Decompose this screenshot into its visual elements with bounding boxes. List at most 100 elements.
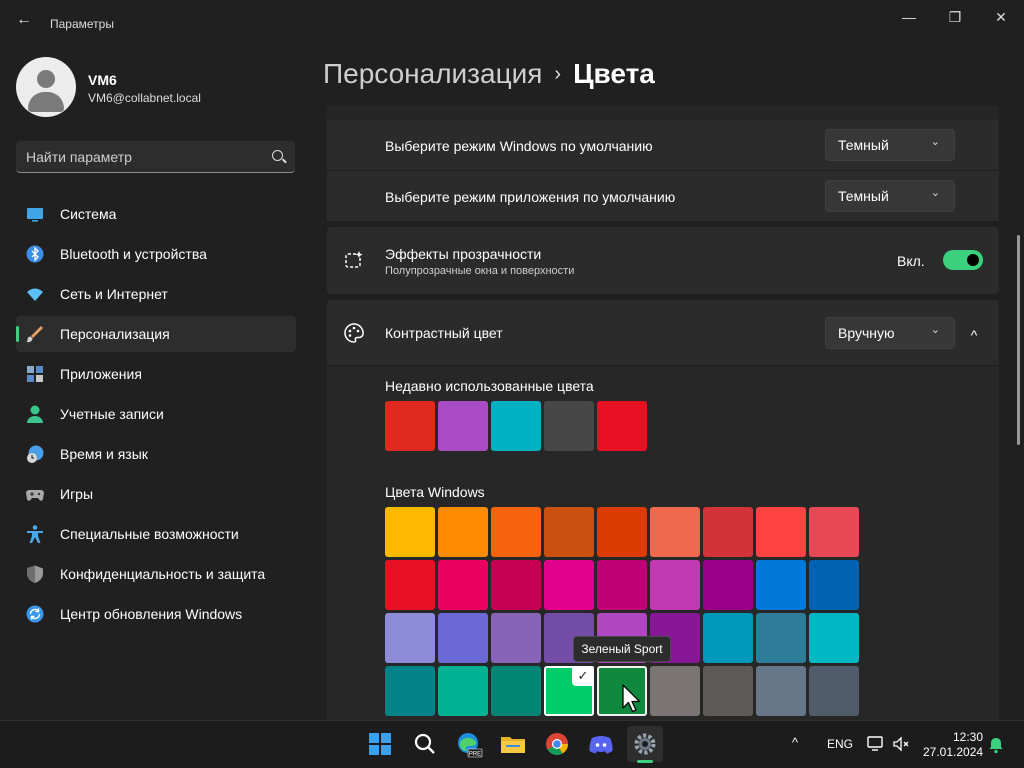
windows-start-icon[interactable] <box>362 726 398 762</box>
accent-mode-dropdown[interactable]: Вручную ⌄ <box>825 317 955 349</box>
file-explorer-icon[interactable] <box>495 726 531 762</box>
windows-color-swatch[interactable] <box>491 666 541 716</box>
chevron-down-icon: ⌄ <box>930 324 940 336</box>
windows-color-swatch[interactable] <box>756 666 806 716</box>
windows-color-swatch[interactable] <box>650 507 700 557</box>
sidebar-item-label: Конфиденциальность и защита <box>60 566 266 582</box>
sidebar-item-4[interactable]: Персонализация <box>16 316 296 352</box>
breadcrumb-parent[interactable]: Персонализация <box>323 58 542 89</box>
sidebar-item-3[interactable]: Сеть и Интернет <box>16 276 296 312</box>
app-mode-dropdown[interactable]: Темный ⌄ <box>825 180 955 212</box>
recent-color-swatch[interactable] <box>597 401 647 451</box>
windows-color-swatch[interactable] <box>703 666 753 716</box>
collapse-chevron-up-icon[interactable]: ^ <box>959 320 989 346</box>
scrollbar[interactable] <box>1017 235 1020 445</box>
accessibility-icon <box>27 525 43 543</box>
sidebar-item-5[interactable]: Приложения <box>16 356 296 392</box>
windows-color-swatch[interactable] <box>438 613 488 663</box>
back-arrow-icon[interactable]: ← <box>10 8 38 32</box>
transparency-state: Вкл. <box>897 253 925 269</box>
windows-color-swatch[interactable] <box>650 666 700 716</box>
search-box[interactable] <box>16 141 295 173</box>
windows-color-swatch[interactable] <box>385 507 435 557</box>
discord-icon[interactable] <box>583 726 619 762</box>
search-icon[interactable] <box>407 726 443 762</box>
speaker-muted-icon[interactable] <box>891 735 911 753</box>
sidebar-item-6[interactable]: Учетные записи <box>16 396 296 432</box>
sidebar-item-label: Специальные возможности <box>60 526 239 542</box>
windows-color-swatch[interactable] <box>756 613 806 663</box>
windows-color-swatch[interactable] <box>703 507 753 557</box>
maximize-icon[interactable]: ❐ <box>932 6 978 28</box>
palette-icon <box>344 323 364 343</box>
windows-color-swatch[interactable] <box>756 560 806 610</box>
windows-color-swatch[interactable] <box>597 507 647 557</box>
avatar-head-icon <box>37 70 55 88</box>
sidebar-item-10[interactable]: Конфиденциальность и защита <box>16 556 296 592</box>
windows-color-swatch[interactable] <box>438 560 488 610</box>
windows-color-swatch[interactable] <box>703 613 753 663</box>
app-mode-row: Выберите режим приложения по умолчанию Т… <box>327 171 999 221</box>
windows-color-swatch[interactable] <box>544 507 594 557</box>
windows-color-swatch[interactable] <box>385 613 435 663</box>
sidebar-item-label: Центр обновления Windows <box>60 606 243 622</box>
recent-color-swatch[interactable] <box>438 401 488 451</box>
windows-color-swatch[interactable] <box>809 613 859 663</box>
windows-color-swatch[interactable] <box>491 560 541 610</box>
sidebar-item-8[interactable]: Игры <box>16 476 296 512</box>
windows-color-swatch[interactable] <box>809 560 859 610</box>
windows-color-swatch[interactable] <box>438 666 488 716</box>
windows-color-swatch[interactable] <box>491 613 541 663</box>
windows-color-swatch[interactable] <box>650 560 700 610</box>
settings-gear-icon[interactable] <box>627 726 663 762</box>
svg-text:PRE: PRE <box>469 752 481 758</box>
card-top-edge <box>327 106 999 120</box>
account-icon <box>27 405 43 423</box>
sidebar-item-2[interactable]: Bluetooth и устройства <box>16 236 296 272</box>
sidebar-item-9[interactable]: Специальные возможности <box>16 516 296 552</box>
avatar-body-icon <box>28 92 64 112</box>
windows-mode-dropdown[interactable]: Темный ⌄ <box>825 129 955 161</box>
windows-color-swatch[interactable] <box>438 507 488 557</box>
windows-color-swatch[interactable] <box>385 666 435 716</box>
windows-color-swatch[interactable] <box>597 560 647 610</box>
hidden-icons-chevron-icon[interactable]: ^ <box>792 735 798 750</box>
sidebar-item-1[interactable]: Система <box>16 196 296 232</box>
brush-icon <box>26 326 43 343</box>
gamepad-icon <box>26 490 44 501</box>
notification-bell-icon[interactable] <box>988 736 1004 754</box>
windows-mode-label: Выберите режим Windows по умолчанию <box>385 138 653 154</box>
chevron-down-icon: ⌄ <box>930 187 940 199</box>
sidebar-item-label: Bluetooth и устройства <box>60 246 207 262</box>
recent-color-swatch[interactable] <box>491 401 541 451</box>
sidebar-item-7[interactable]: Время и язык <box>16 436 296 472</box>
windows-color-swatch[interactable] <box>385 560 435 610</box>
minimize-icon[interactable]: — <box>886 6 932 28</box>
close-icon[interactable]: ✕ <box>978 6 1024 28</box>
sidebar-item-11[interactable]: Центр обновления Windows <box>16 596 296 632</box>
recent-color-swatch[interactable] <box>385 401 435 451</box>
windows-color-swatch[interactable] <box>703 560 753 610</box>
accent-mode-value: Вручную <box>838 325 895 341</box>
breadcrumb: Персонализация › Цвета <box>323 58 655 94</box>
windows-color-swatch[interactable] <box>491 507 541 557</box>
search-input[interactable] <box>26 147 266 167</box>
clock-time[interactable]: 12:30 <box>953 730 983 744</box>
language-indicator[interactable]: ENG <box>827 737 853 751</box>
chrome-icon[interactable] <box>539 726 575 762</box>
network-monitor-icon[interactable] <box>866 735 886 753</box>
transparency-toggle[interactable] <box>943 250 983 270</box>
edge-beta-icon[interactable]: PRE <box>451 726 487 762</box>
windows-color-swatch[interactable] <box>809 507 859 557</box>
clock-date[interactable]: 27.01.2024 <box>923 745 983 759</box>
windows-color-swatch[interactable] <box>809 666 859 716</box>
windows-color-swatch[interactable]: ✓ <box>544 666 594 716</box>
search-icon[interactable] <box>272 150 283 161</box>
update-icon <box>26 605 44 623</box>
user-email: VM6@collabnet.local <box>88 91 201 105</box>
recent-color-swatch[interactable] <box>544 401 594 451</box>
avatar[interactable] <box>16 57 76 117</box>
windows-color-swatch[interactable] <box>544 560 594 610</box>
windows-color-swatch[interactable] <box>756 507 806 557</box>
transparency-label: Эффекты прозрачности <box>385 246 542 262</box>
